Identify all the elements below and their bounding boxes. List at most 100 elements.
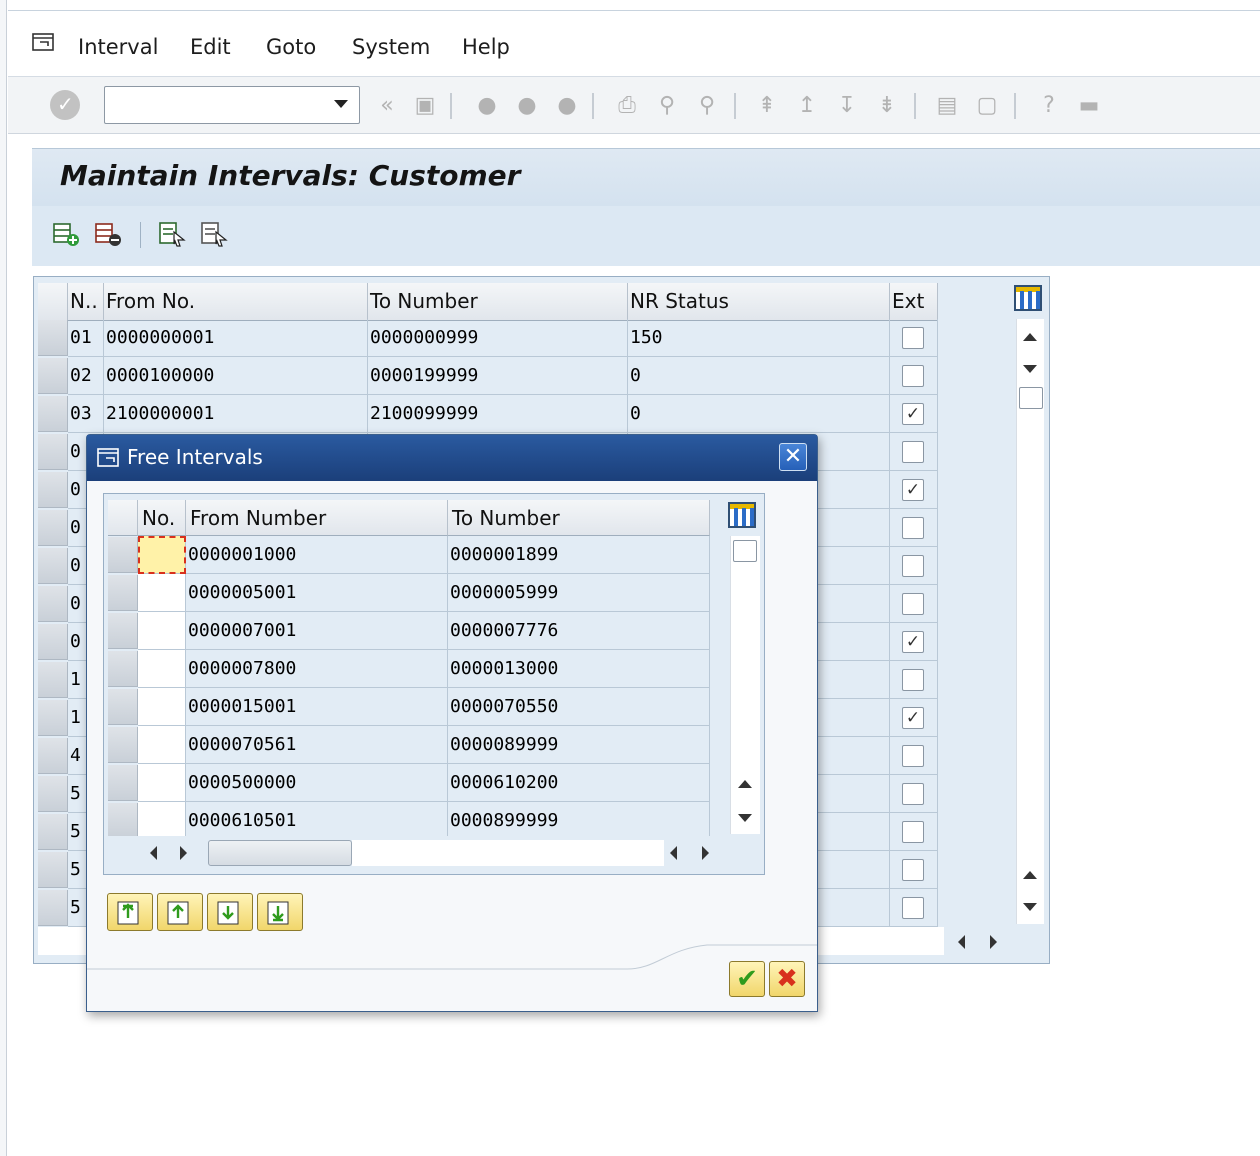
dialog-scroll-left-right-icon[interactable] <box>670 846 677 860</box>
previous-page-icon[interactable]: ↥ <box>794 93 820 119</box>
table-settings-icon[interactable] <box>1014 285 1042 311</box>
scroll-down-icon[interactable] <box>1023 365 1037 373</box>
ext-checkbox[interactable] <box>902 783 924 805</box>
select-all-header[interactable] <box>38 283 68 321</box>
deselect-all-icon[interactable] <box>200 220 228 248</box>
ext-checkbox[interactable] <box>902 669 924 691</box>
ext-checkbox[interactable] <box>902 859 924 881</box>
cell-from-no[interactable]: 2100000001 <box>104 395 368 433</box>
column-header-from-no[interactable]: From No. <box>104 283 368 321</box>
cell-nr-status[interactable]: 0 <box>628 395 890 433</box>
help-icon[interactable]: ? <box>1036 93 1062 119</box>
previous-page-button[interactable] <box>157 893 203 931</box>
ext-checkbox[interactable]: ✓ <box>902 403 924 425</box>
dialog-scroll-left-icon[interactable] <box>150 846 157 860</box>
dialog-scroll-right-right-icon[interactable] <box>702 846 709 860</box>
cell-no-input[interactable] <box>138 688 186 726</box>
back-icon[interactable]: ● <box>474 93 500 119</box>
delete-interval-icon[interactable] <box>94 220 122 248</box>
cell-no-input[interactable] <box>138 764 186 802</box>
row-selector[interactable] <box>38 738 68 774</box>
command-field[interactable] <box>104 86 360 124</box>
ext-checkbox[interactable]: ✓ <box>902 479 924 501</box>
menu-goto[interactable]: Goto <box>266 35 316 59</box>
menu-help[interactable]: Help <box>462 35 510 59</box>
row-selector[interactable] <box>38 586 68 622</box>
dialog-scroll-down-icon[interactable] <box>738 814 752 822</box>
ext-checkbox[interactable] <box>902 555 924 577</box>
ext-checkbox[interactable] <box>902 745 924 767</box>
row-selector[interactable] <box>108 689 138 725</box>
enter-check-icon[interactable] <box>50 90 80 120</box>
cell-from-no[interactable]: 0000100000 <box>104 357 368 395</box>
row-selector[interactable] <box>108 537 138 573</box>
next-page-icon[interactable]: ↧ <box>834 93 860 119</box>
last-page-button[interactable] <box>257 893 303 931</box>
scroll-right-icon[interactable] <box>990 935 997 949</box>
column-header-to-number[interactable]: To Number <box>368 283 628 321</box>
first-page-button[interactable] <box>107 893 153 931</box>
row-selector[interactable] <box>108 765 138 801</box>
column-header-no[interactable]: N.. <box>68 283 104 321</box>
dialog-title-bar[interactable]: Free Intervals ✕ <box>87 435 817 481</box>
dialog-scroll-right-icon[interactable] <box>180 846 187 860</box>
layout-menu-icon[interactable]: ▬ <box>1076 93 1102 119</box>
confirm-button[interactable]: ✔ <box>729 961 765 997</box>
row-selector[interactable] <box>108 575 138 611</box>
cancel-button[interactable]: ✖ <box>769 961 805 997</box>
main-vertical-scrollbar[interactable] <box>1016 319 1044 924</box>
ext-checkbox[interactable] <box>902 593 924 615</box>
row-selector[interactable] <box>38 472 68 508</box>
column-header-no[interactable]: No. <box>138 500 186 536</box>
scroll-left-icon[interactable] <box>958 935 965 949</box>
scroll-up-bottom-icon[interactable] <box>1023 871 1037 879</box>
row-selector[interactable] <box>38 548 68 584</box>
ext-checkbox[interactable] <box>902 327 924 349</box>
cell-no-input[interactable] <box>138 536 186 574</box>
new-session-icon[interactable]: ▤ <box>934 93 960 119</box>
menu-interval[interactable]: Interval <box>78 35 158 59</box>
menu-window-icon[interactable] <box>32 33 54 51</box>
dialog-scroll-up-icon[interactable] <box>738 780 752 788</box>
ext-checkbox[interactable] <box>902 517 924 539</box>
row-selector[interactable] <box>38 358 68 394</box>
find-next-icon[interactable]: ⚲ <box>694 93 720 119</box>
last-page-icon[interactable]: ⇟ <box>874 93 900 119</box>
dialog-hscroll-track[interactable] <box>352 840 664 866</box>
dialog-table-settings-icon[interactable] <box>728 502 756 528</box>
ext-checkbox[interactable] <box>902 897 924 919</box>
cell-from-no[interactable]: 0000000001 <box>104 319 368 357</box>
cell-to-number[interactable]: 2100099999 <box>368 395 628 433</box>
cell-no-input[interactable] <box>138 650 186 688</box>
row-selector[interactable] <box>38 890 68 926</box>
cell-no-input[interactable] <box>138 802 186 840</box>
cell-nr-status[interactable]: 150 <box>628 319 890 357</box>
close-icon[interactable]: ✕ <box>779 443 807 471</box>
next-page-button[interactable] <box>207 893 253 931</box>
cell-no-input[interactable] <box>138 574 186 612</box>
row-selector[interactable] <box>108 613 138 649</box>
row-selector[interactable] <box>38 776 68 812</box>
first-page-icon[interactable]: ⇞ <box>754 93 780 119</box>
double-left-arrow-icon[interactable]: « <box>374 93 400 119</box>
column-header-ext[interactable]: Ext <box>890 283 938 321</box>
ext-checkbox[interactable]: ✓ <box>902 631 924 653</box>
ext-checkbox[interactable] <box>902 821 924 843</box>
cell-to-number[interactable]: 0000000999 <box>368 319 628 357</box>
row-selector[interactable] <box>108 651 138 687</box>
row-selector[interactable] <box>38 700 68 736</box>
row-selector[interactable] <box>38 396 68 432</box>
insert-interval-icon[interactable] <box>52 220 80 248</box>
cell-no-input[interactable] <box>138 726 186 764</box>
column-header-nr-status[interactable]: NR Status <box>628 283 890 321</box>
row-selector[interactable] <box>38 510 68 546</box>
row-selector[interactable] <box>38 320 68 356</box>
cell-no-input[interactable] <box>138 612 186 650</box>
menu-system[interactable]: System <box>352 35 430 59</box>
row-selector[interactable] <box>38 624 68 660</box>
dialog-vertical-scrollbar[interactable] <box>730 536 760 834</box>
dialog-hscroll-thumb[interactable] <box>208 840 352 866</box>
command-dropdown-icon[interactable] <box>334 100 348 108</box>
scroll-up-icon[interactable] <box>1023 333 1037 341</box>
column-header-from-number[interactable]: From Number <box>186 500 448 536</box>
